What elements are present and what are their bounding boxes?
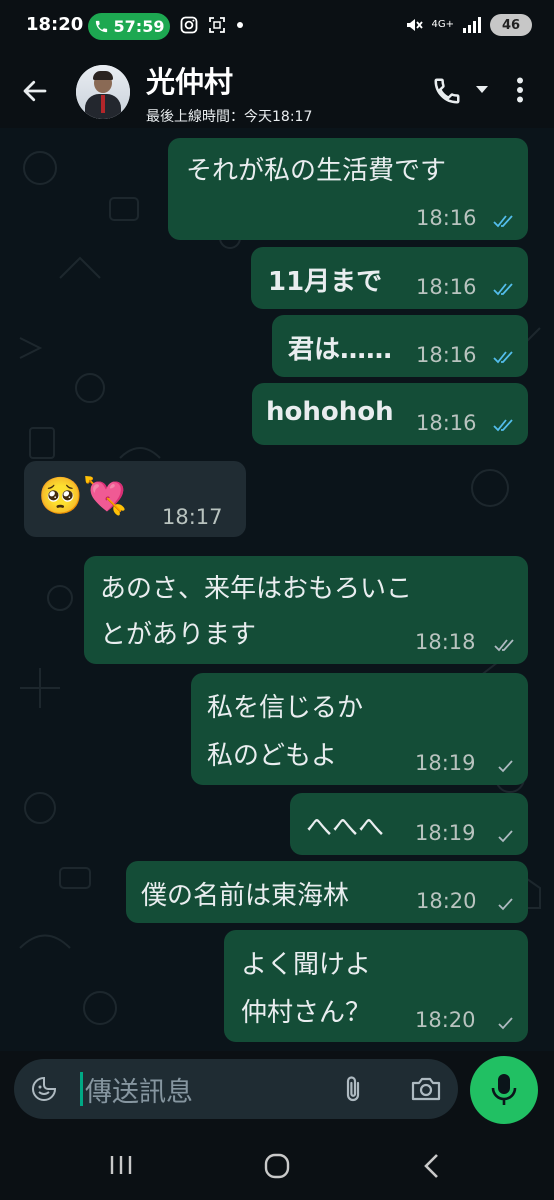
message-bubble-incoming[interactable]: 🥺💘 18:17	[24, 461, 246, 537]
message-emoji: 🥺💘	[38, 476, 128, 517]
dot-icon	[237, 22, 243, 28]
status-time: 18:20	[26, 14, 84, 35]
message-time: 18:16	[416, 411, 477, 435]
contact-name[interactable]: 光仲村	[146, 59, 233, 101]
message-bubble-outgoing[interactable]: それが私の生活費です 18:16	[168, 138, 528, 240]
message-bubble-outgoing[interactable]: あのさ、来年はおもろいこ とがあります 18:18	[84, 556, 528, 664]
message-time: 18:20	[415, 1008, 476, 1032]
message-time: 18:18	[415, 630, 476, 654]
message-list[interactable]: それが私の生活費です 18:16 11月まで 18:16 君は…… 18:16 …	[0, 128, 554, 1051]
message-composer: 傳送訊息	[14, 1059, 458, 1119]
back-arrow-icon[interactable]	[20, 76, 50, 106]
chat-header: 光仲村 最後上線時間：今天18:17	[0, 56, 554, 128]
mic-icon	[491, 1074, 517, 1105]
message-time: 18:19	[415, 821, 476, 845]
message-text-line: 仲村さん？	[241, 998, 372, 1028]
message-time: 18:17	[162, 505, 223, 529]
message-time: 18:16	[416, 275, 477, 299]
battery-indicator: 46	[490, 14, 532, 36]
message-text: 11月まで	[268, 267, 383, 297]
message-bubble-outgoing[interactable]: 私を信じるか 私のどもよ 18:19	[191, 673, 528, 785]
mute-icon	[406, 19, 423, 31]
message-text: へへへ	[306, 813, 385, 843]
voice-message-button[interactable]	[470, 1056, 538, 1124]
attach-icon[interactable]	[342, 1074, 364, 1104]
screenshot-icon	[209, 17, 225, 33]
camera-icon[interactable]	[410, 1075, 442, 1103]
phone-icon	[95, 20, 107, 33]
sent-check-icon	[498, 898, 513, 911]
instagram-icon	[180, 16, 198, 34]
delivered-double-check-icon	[494, 639, 514, 652]
nav-back-icon[interactable]	[422, 1153, 442, 1179]
voice-call-icon[interactable]	[432, 76, 462, 106]
read-double-check-icon	[493, 419, 513, 432]
network-type: 4G+	[431, 19, 455, 30]
status-bar: 18:20 57:59 4G+ 46	[0, 0, 554, 56]
system-indicators: 4G+ 46	[404, 14, 532, 36]
recents-icon[interactable]	[108, 1154, 134, 1176]
emoji-sticker-icon[interactable]	[31, 1076, 57, 1102]
message-text-line: とがあります	[100, 620, 257, 650]
more-options-icon[interactable]	[516, 77, 524, 103]
message-input[interactable]: 傳送訊息	[85, 1070, 193, 1109]
message-bubble-outgoing[interactable]: へへへ 18:19	[290, 793, 528, 855]
home-icon[interactable]	[264, 1153, 290, 1179]
call-options-chevron-down-icon[interactable]	[476, 86, 488, 93]
read-double-check-icon	[493, 283, 513, 296]
battery-level: 46	[501, 17, 521, 33]
contact-avatar[interactable]	[76, 65, 130, 119]
message-bubble-outgoing[interactable]: hohohoh 18:16	[252, 383, 528, 445]
message-text: 僕の名前は東海林	[141, 881, 350, 911]
sent-check-icon	[498, 1017, 513, 1030]
read-double-check-icon	[493, 215, 513, 228]
read-double-check-icon	[493, 351, 513, 364]
message-text: hohohoh	[266, 397, 394, 427]
message-time: 18:16	[416, 343, 477, 367]
call-timer: 57:59	[113, 17, 165, 36]
sent-check-icon	[498, 830, 513, 843]
message-time: 18:19	[415, 751, 476, 775]
message-text-line: 私を信じるか	[207, 693, 364, 723]
message-text: それが私の生活費です	[186, 156, 447, 186]
message-text-line: よく聞けよ	[241, 950, 372, 980]
text-cursor	[80, 1072, 83, 1106]
ongoing-call-chip[interactable]: 57:59	[88, 13, 170, 40]
message-bubble-outgoing[interactable]: よく聞けよ 仲村さん？ 18:20	[224, 930, 528, 1042]
message-text: 君は……	[288, 335, 393, 365]
message-bubble-outgoing[interactable]: 君は…… 18:16	[272, 315, 528, 377]
message-time: 18:20	[416, 889, 477, 913]
message-text-line: 私のどもよ	[207, 741, 338, 771]
message-bubble-outgoing[interactable]: 11月まで 18:16	[251, 247, 528, 309]
sent-check-icon	[498, 760, 513, 773]
message-text-line: あのさ、来年はおもろいこ	[100, 574, 413, 604]
signal-icon	[463, 17, 481, 33]
notification-icons	[180, 16, 244, 34]
message-bubble-outgoing[interactable]: 僕の名前は東海林 18:20	[126, 861, 528, 923]
system-navigation-bar	[0, 1130, 554, 1200]
message-time: 18:16	[416, 206, 477, 230]
last-seen: 最後上線時間：今天18:17	[146, 109, 313, 125]
